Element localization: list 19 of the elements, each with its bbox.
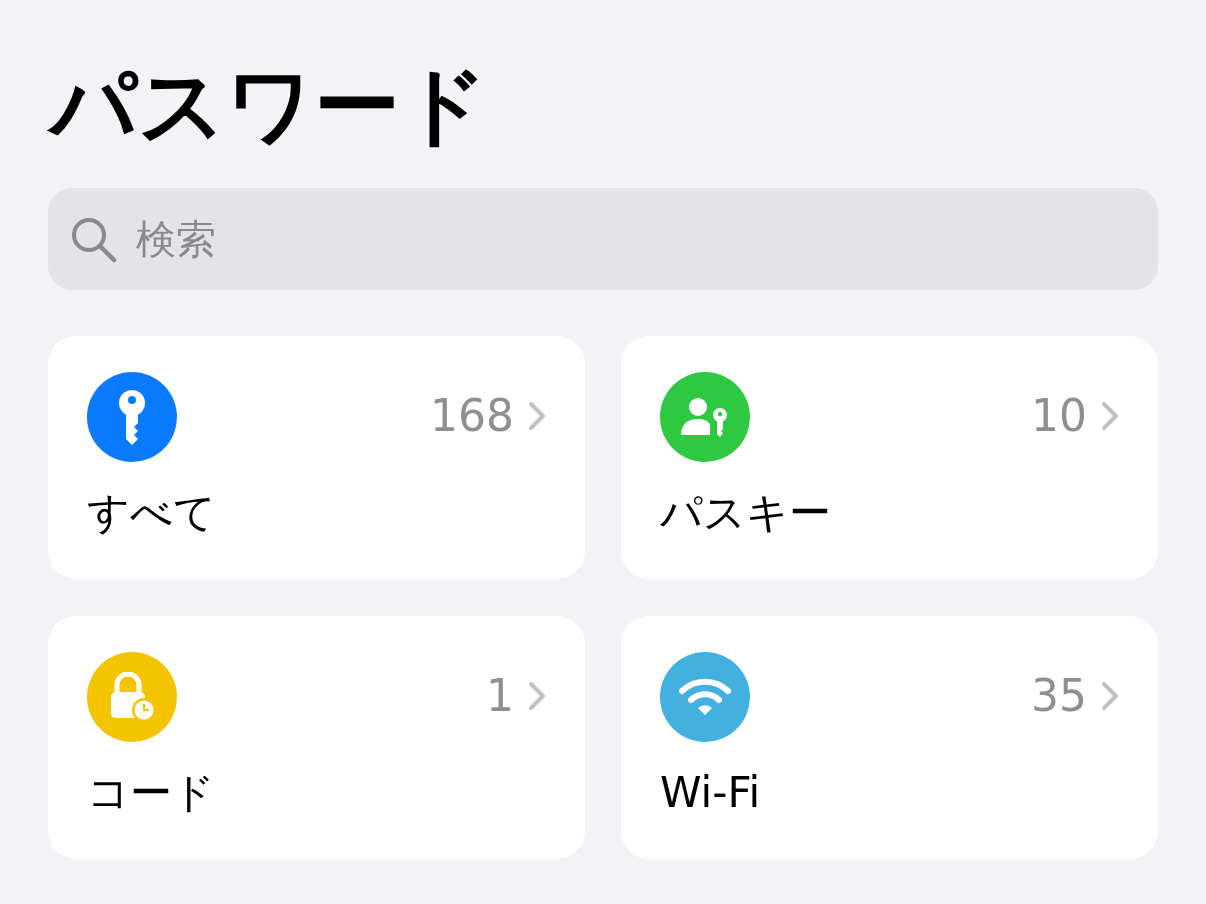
category-card[interactable]: 35 Wi-Fi: [621, 616, 1158, 859]
chevron-icon: [1101, 401, 1119, 431]
person-key-icon: [680, 397, 730, 437]
category-card[interactable]: 1 コード: [48, 616, 585, 859]
chevron-icon: [528, 401, 546, 431]
search-field[interactable]: 検索: [48, 188, 1158, 290]
item-count: 10: [1031, 394, 1087, 438]
category-label: パスキー: [660, 492, 831, 534]
item-count: 168: [430, 394, 514, 438]
wifi-icon: [678, 677, 732, 717]
category-label: Wi-Fi: [660, 772, 761, 814]
category-card[interactable]: 10 パスキー: [621, 336, 1158, 579]
category-label: すべて: [87, 492, 216, 534]
item-count: 1: [486, 674, 514, 718]
category-label: コード: [87, 772, 215, 814]
item-count: 35: [1031, 674, 1087, 718]
category-card[interactable]: 168 すべて: [48, 336, 585, 579]
chevron-icon: [1101, 681, 1119, 711]
chevron-icon: [528, 681, 546, 711]
